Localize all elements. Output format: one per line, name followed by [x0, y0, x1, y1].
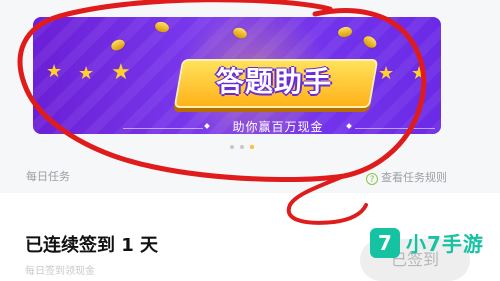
info-circle-icon[interactable]: ? [366, 173, 378, 185]
section-title: 每日任务 [26, 170, 70, 183]
pager-dot[interactable] [230, 145, 234, 149]
checkin-status: 已连续签到 1 天 [25, 235, 159, 256]
rules-link[interactable]: 查看任务规则 [381, 168, 447, 188]
watermark-text: 小7手游 [406, 232, 484, 256]
banner-subtitle: 助你赢百万现金 [232, 120, 324, 134]
watermark-glyph: 7 [378, 231, 392, 255]
pager-dot[interactable] [240, 145, 244, 149]
star-icon: ★ [411, 63, 428, 84]
subtitle-divider-right [355, 128, 435, 129]
checkin-subtext: 每日签到领现金 [25, 266, 95, 277]
banner-title: 答题助手 [215, 65, 332, 98]
star-icon: ★ [111, 60, 131, 85]
pager-dot-active[interactable] [250, 145, 254, 149]
answer-assistant-banner[interactable]: ★ ★ ★ ★ ★ ★ 答题助手 助你赢百万现金 [33, 17, 441, 134]
star-icon: ★ [46, 61, 63, 82]
banner-pager [230, 143, 270, 151]
star-icon: ★ [78, 63, 95, 84]
watermark-logo: 7 小7手游 [370, 226, 500, 266]
subtitle-divider-left [123, 128, 203, 129]
star-icon: ★ [378, 63, 395, 84]
